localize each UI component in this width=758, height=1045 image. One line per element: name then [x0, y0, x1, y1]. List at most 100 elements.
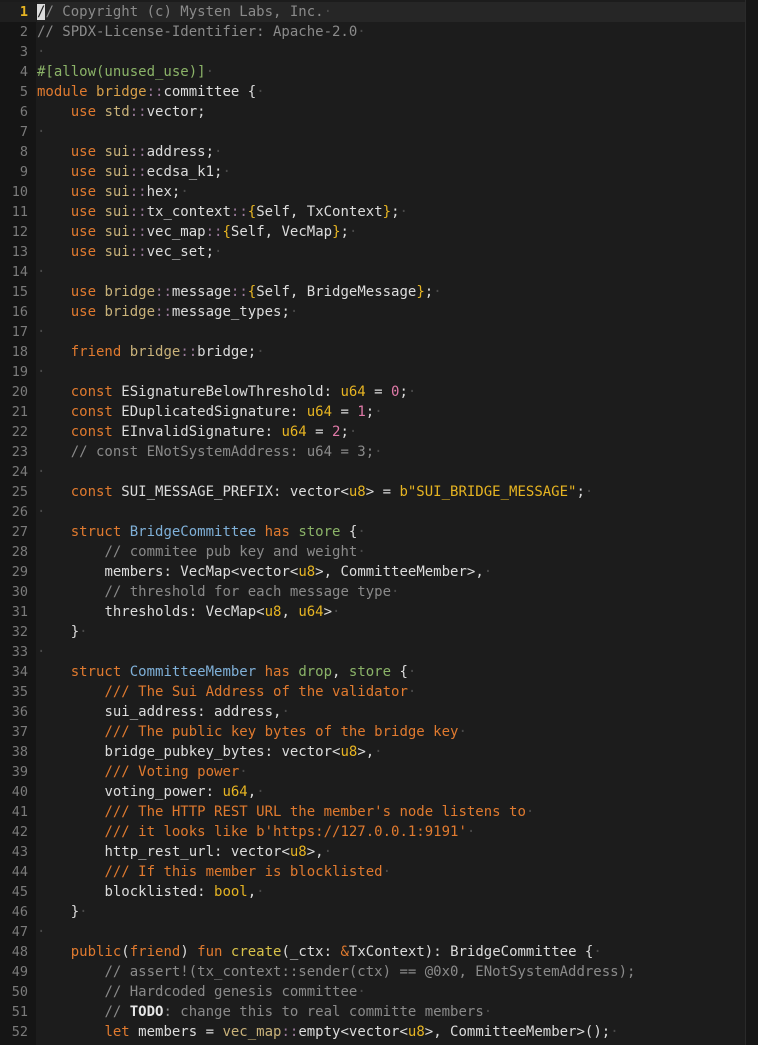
code-line[interactable]: public(friend) fun create(_ctx: &TxConte… — [37, 942, 602, 962]
code-line[interactable]: // threshold for each message type· — [37, 582, 399, 602]
code-token: tx_context — [146, 204, 231, 220]
code-token: 1 — [357, 404, 366, 420]
code-line[interactable]: // const ENotSystemAddress: u64 = 3;· — [37, 442, 383, 462]
code-line[interactable]: use sui::vec_set;· — [37, 242, 223, 262]
code-line[interactable]: · — [37, 922, 45, 942]
code-token: store — [298, 524, 349, 540]
code-line[interactable]: use sui::ecdsa_k1;· — [37, 162, 231, 182]
code-line[interactable]: · — [37, 42, 45, 62]
code-editor[interactable]: 1 2 3 4 5 6 7 8 9 10 11 12 13 14 15 16 17 18 19 20 21 22 23 24 2… — [0, 0, 758, 1045]
code-line[interactable]: // Copyright (c) Mysten Labs, Inc.· — [37, 2, 746, 22]
code-token: { — [222, 224, 231, 240]
code-line[interactable]: · — [37, 462, 45, 482]
code-line[interactable]: // TODO: change this to real committe me… — [37, 1002, 492, 1022]
code-line[interactable]: friend bridge::bridge;· — [37, 342, 265, 362]
code-line[interactable]: let members = vec_map::empty<vector<u8>,… — [37, 1022, 618, 1042]
code-token: sui — [104, 244, 130, 260]
code-line[interactable]: use sui::vec_map::{Self, VecMap};· — [37, 222, 358, 242]
code-line[interactable]: const SUI_MESSAGE_PREFIX: vector<u8> = b… — [37, 482, 594, 502]
code-line[interactable]: /// Voting power· — [37, 762, 247, 782]
code-token: #[allow(unused_use)] — [37, 64, 206, 80]
code-line[interactable]: · — [37, 362, 45, 382]
line-number: 31 — [11, 604, 28, 620]
code-line[interactable]: // assert!(tx_context::sender(ctx) == @0… — [37, 962, 635, 982]
code-token: // threshold for each message type — [104, 584, 392, 600]
code-line[interactable]: // SPDX-License-Identifier: Apache-2.0· — [37, 22, 366, 42]
code-line[interactable]: thresholds: VecMap<u8, u64>· — [37, 602, 340, 622]
code-line[interactable]: members: VecMap<vector<u8>, CommitteeMem… — [37, 562, 492, 582]
line-number: 49 — [11, 964, 28, 980]
code-line[interactable]: const ESignatureBelowThreshold: u64 = 0;… — [37, 382, 417, 402]
code-line[interactable]: · — [37, 262, 45, 282]
line-number: 22 — [11, 424, 28, 440]
code-line[interactable]: /// The public key bytes of the bridge k… — [37, 722, 466, 742]
code-line[interactable]: bridge_pubkey_bytes: vector<u8>,· — [37, 742, 382, 762]
code-line[interactable]: · — [37, 322, 45, 342]
code-line[interactable]: blocklisted: bool,· — [37, 882, 264, 902]
code-line[interactable]: use sui::address;· — [37, 142, 223, 162]
line-number: 38 — [11, 744, 28, 760]
code-token: · — [525, 804, 535, 820]
code-token: :: — [146, 84, 164, 100]
code-line[interactable]: struct CommitteeMember has drop, store {… — [37, 662, 417, 682]
code-line[interactable]: use bridge::message_types;· — [37, 302, 299, 322]
code-token: b"SUI_BRIDGE_MESSAGE" — [399, 484, 577, 500]
line-number: 6 — [19, 104, 28, 120]
line-number: 24 — [11, 464, 28, 480]
code-line[interactable]: }· — [37, 902, 88, 922]
code-line[interactable]: // Hardcoded genesis committee· — [37, 982, 365, 1002]
code-token: · — [407, 664, 417, 680]
code-token: Self, VecMap — [230, 224, 333, 240]
code-line[interactable]: // commitee pub key and weight· — [37, 542, 365, 562]
code-line[interactable]: sui_address: address,· — [37, 702, 289, 722]
code-token: { — [247, 204, 257, 220]
code-token: // const ENotSystemAddress: u64 = 3; — [70, 444, 375, 460]
line-number: 3 — [19, 44, 28, 60]
code-token: :: — [129, 224, 147, 240]
code-token: vec_set; — [146, 244, 215, 260]
vertical-scrollbar[interactable] — [746, 0, 758, 1045]
code-token: message_types; — [171, 304, 290, 320]
line-number: 1 — [19, 4, 28, 20]
code-token: u8 — [348, 484, 366, 500]
code-line[interactable]: use sui::tx_context::{Self, TxContext};· — [37, 202, 408, 222]
code-token: >, CommitteeMember>, — [315, 564, 484, 580]
line-number: 13 — [11, 244, 28, 260]
line-number: 42 — [11, 824, 28, 840]
code-line[interactable]: }· — [37, 622, 88, 642]
code-line[interactable]: /// it looks like b'https://127.0.0.1:91… — [37, 822, 475, 842]
code-token: use — [70, 164, 105, 180]
code-token: · — [37, 124, 46, 140]
code-line[interactable]: http_rest_url: vector<u8>,· — [37, 842, 332, 862]
code-line[interactable]: module bridge::committee {· — [37, 82, 265, 102]
code-line[interactable]: /// The HTTP REST URL the member's node … — [37, 802, 534, 822]
code-token: · — [79, 624, 88, 640]
code-line[interactable]: const EDuplicatedSignature: u64 = 1;· — [37, 402, 383, 422]
code-token: · — [433, 284, 442, 300]
code-token: , — [332, 664, 349, 680]
code-line[interactable]: struct BridgeCommittee has store {· — [37, 522, 366, 542]
line-number: 20 — [11, 384, 28, 400]
code-line[interactable]: · — [37, 502, 45, 522]
code-token: sui_address: address, — [104, 704, 282, 720]
code-line[interactable]: use sui::hex;· — [37, 182, 189, 202]
code-line[interactable]: voting_power: u64,· — [37, 782, 264, 802]
code-token: · — [391, 584, 400, 600]
code-token: bridge — [129, 344, 181, 360]
code-token: } — [416, 284, 425, 300]
code-line[interactable]: /// The Sui Address of the validator· — [37, 682, 416, 702]
code-line[interactable]: const EInvalidSignature: u64 = 2;· — [37, 422, 358, 442]
code-line[interactable]: #[allow(unused_use)]· — [37, 62, 214, 82]
code-line[interactable]: /// If this member is blocklisted· — [37, 862, 391, 882]
code-line[interactable]: · — [37, 122, 45, 142]
code-token: http_rest_url: vector< — [104, 844, 290, 860]
code-line[interactable]: use std::vector; — [37, 102, 206, 122]
code-line[interactable]: use bridge::message::{Self, BridgeMessag… — [37, 282, 442, 302]
code-line[interactable]: · — [37, 642, 45, 662]
line-number: 8 — [19, 144, 28, 160]
